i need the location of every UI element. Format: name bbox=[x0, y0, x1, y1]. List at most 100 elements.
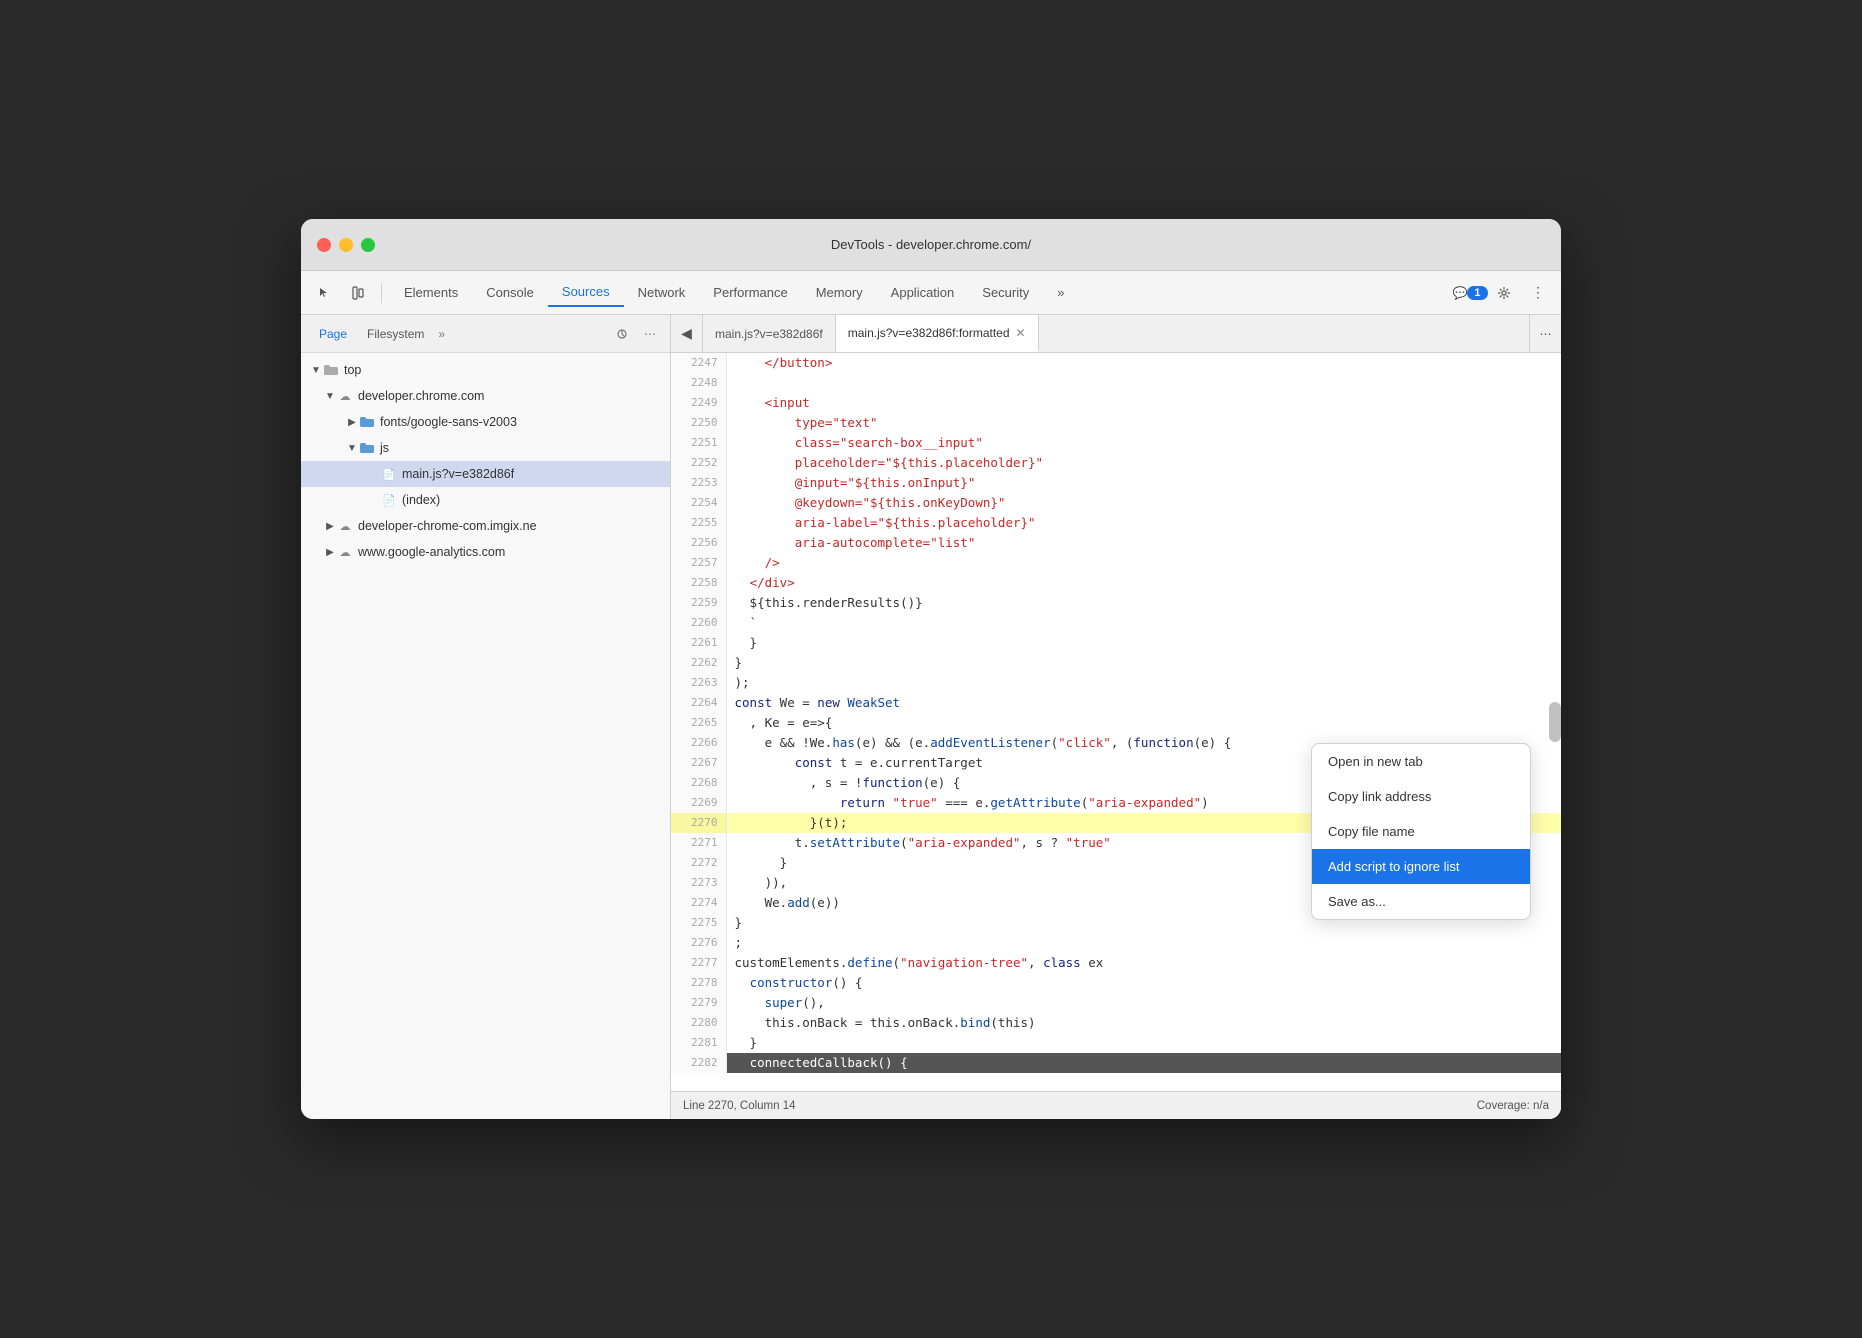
toolbar-divider-1 bbox=[381, 283, 382, 303]
tree-label-main-js: main.js?v=e382d86f bbox=[402, 467, 514, 481]
editor-tab-label-formatted: main.js?v=e382d86f:formatted bbox=[848, 326, 1010, 340]
folder-icon-fonts bbox=[359, 414, 375, 430]
tree-label-top: top bbox=[344, 363, 361, 377]
tree-item-js[interactable]: ▼ js bbox=[301, 435, 670, 461]
tab-security[interactable]: Security bbox=[968, 279, 1043, 306]
context-menu: Open in new tab Copy link address Copy f… bbox=[1311, 743, 1531, 920]
code-line-2280: 2280 this.onBack = this.onBack.bind(this… bbox=[671, 1013, 1561, 1033]
context-menu-label-copy-link: Copy link address bbox=[1328, 789, 1431, 804]
sidebar: Page Filesystem » ⋯ bbox=[301, 315, 671, 1119]
editor-back-button[interactable]: ◀ bbox=[671, 315, 703, 352]
tab-console[interactable]: Console bbox=[472, 279, 548, 306]
tree-arrow-js: ▼ bbox=[345, 443, 359, 454]
tab-memory[interactable]: Memory bbox=[802, 279, 877, 306]
tree-label-chrome: developer.chrome.com bbox=[358, 389, 484, 403]
code-editor[interactable]: 2247 </button> 2248 2249 <input bbox=[671, 353, 1561, 1091]
mobile-toggle-button[interactable] bbox=[343, 278, 373, 308]
more-options-button[interactable]: ⋮ bbox=[1523, 278, 1553, 308]
code-line-2265: 2265 , Ke = e=>{ bbox=[671, 713, 1561, 733]
tree-item-imgix[interactable]: ▶ ☁ developer-chrome-com.imgix.ne bbox=[301, 513, 670, 539]
code-line-2277: 2277 customElements.define("navigation-t… bbox=[671, 953, 1561, 973]
context-menu-copy-link[interactable]: Copy link address bbox=[1312, 779, 1530, 814]
code-line-2260: 2260 ` bbox=[671, 613, 1561, 633]
new-folder-button[interactable]: ⋯ bbox=[638, 322, 662, 346]
code-line-2256: 2256 aria-autocomplete="list" bbox=[671, 533, 1561, 553]
tree-arrow-imgix: ▶ bbox=[323, 521, 337, 532]
tab-sources[interactable]: Sources bbox=[548, 278, 624, 307]
tree-label-index: (index) bbox=[402, 493, 440, 507]
code-line-2281: 2281 } bbox=[671, 1033, 1561, 1053]
editor-tab-close[interactable]: ✕ bbox=[1016, 326, 1026, 340]
tree-item-analytics[interactable]: ▶ ☁ www.google-analytics.com bbox=[301, 539, 670, 565]
file-icon-index: 📄 bbox=[381, 492, 397, 508]
editor-tab-main-js-raw[interactable]: main.js?v=e382d86f bbox=[703, 315, 836, 352]
tab-navigation: Elements Console Sources Network Perform… bbox=[390, 278, 1451, 307]
code-line-2263: 2263 ); bbox=[671, 673, 1561, 693]
tree-label-js: js bbox=[380, 441, 389, 455]
feedback-badge: 1 bbox=[1467, 286, 1487, 300]
main-content: Page Filesystem » ⋯ bbox=[301, 315, 1561, 1119]
file-icon-main-js: 📄 bbox=[381, 466, 397, 482]
scrollbar-thumb[interactable] bbox=[1549, 702, 1561, 742]
context-menu-label-ignore: Add script to ignore list bbox=[1328, 859, 1460, 874]
tree-label-analytics: www.google-analytics.com bbox=[358, 545, 505, 559]
close-button[interactable] bbox=[317, 238, 331, 252]
tab-application[interactable]: Application bbox=[877, 279, 969, 306]
cloud-icon-chrome: ☁ bbox=[337, 388, 353, 404]
toolbar-right: 💬 1 ⋮ bbox=[1455, 278, 1553, 308]
editor-tab-bar: ◀ main.js?v=e382d86f main.js?v=e382d86f:… bbox=[671, 315, 1561, 353]
tab-network[interactable]: Network bbox=[624, 279, 700, 306]
minimize-button[interactable] bbox=[339, 238, 353, 252]
tree-item-chrome[interactable]: ▼ ☁ developer.chrome.com bbox=[301, 383, 670, 409]
sidebar-tab-page[interactable]: Page bbox=[309, 323, 357, 345]
tab-performance[interactable]: Performance bbox=[699, 279, 801, 306]
cloud-icon-imgix: ☁ bbox=[337, 518, 353, 534]
sidebar-tabs-more[interactable]: » bbox=[438, 327, 445, 341]
code-line-2249: 2249 <input bbox=[671, 393, 1561, 413]
tree-item-index[interactable]: ▶ 📄 (index) bbox=[301, 487, 670, 513]
code-line-2279: 2279 super(), bbox=[671, 993, 1561, 1013]
title-bar: DevTools - developer.chrome.com/ bbox=[301, 219, 1561, 271]
tree-arrow-analytics: ▶ bbox=[323, 547, 337, 558]
file-tree: ▼ top ▼ ☁ developer.chrome.com ▶ bbox=[301, 353, 670, 1119]
editor-format-toggle[interactable]: ⋯ bbox=[1529, 315, 1561, 352]
tree-arrow-fonts: ▶ bbox=[345, 417, 359, 428]
tree-item-main-js[interactable]: ▶ 📄 main.js?v=e382d86f bbox=[301, 461, 670, 487]
folder-icon-top bbox=[323, 362, 339, 378]
code-line-2255: 2255 aria-label="${this.placeholder}" bbox=[671, 513, 1561, 533]
feedback-button[interactable]: 💬 1 bbox=[1455, 278, 1485, 308]
settings-button[interactable] bbox=[1489, 278, 1519, 308]
context-menu-copy-filename[interactable]: Copy file name bbox=[1312, 814, 1530, 849]
editor-area: ◀ main.js?v=e382d86f main.js?v=e382d86f:… bbox=[671, 315, 1561, 1119]
sync-button[interactable] bbox=[610, 322, 634, 346]
status-coverage: Coverage: n/a bbox=[1477, 1100, 1549, 1112]
folder-icon-js bbox=[359, 440, 375, 456]
context-menu-save-as[interactable]: Save as... bbox=[1312, 884, 1530, 919]
window-title: DevTools - developer.chrome.com/ bbox=[831, 237, 1031, 252]
context-menu-label-save: Save as... bbox=[1328, 894, 1386, 909]
code-line-2259: 2259 ${this.renderResults()} bbox=[671, 593, 1561, 613]
context-menu-ignore-list[interactable]: Add script to ignore list bbox=[1312, 849, 1530, 884]
tree-item-fonts[interactable]: ▶ fonts/google-sans-v2003 bbox=[301, 409, 670, 435]
maximize-button[interactable] bbox=[361, 238, 375, 252]
cursor-tool-button[interactable] bbox=[309, 278, 339, 308]
context-menu-open-new-tab[interactable]: Open in new tab bbox=[1312, 744, 1530, 779]
code-line-2262: 2262 } bbox=[671, 653, 1561, 673]
code-line-2257: 2257 /> bbox=[671, 553, 1561, 573]
code-line-2264: 2264 const We = new WeakSet bbox=[671, 693, 1561, 713]
devtools-window: DevTools - developer.chrome.com/ Element… bbox=[301, 219, 1561, 1119]
code-line-2282: 2282 connectedCallback() { bbox=[671, 1053, 1561, 1073]
cloud-icon-analytics: ☁ bbox=[337, 544, 353, 560]
traffic-lights bbox=[317, 238, 375, 252]
sidebar-tab-bar: Page Filesystem » ⋯ bbox=[301, 315, 670, 353]
tree-label-imgix: developer-chrome-com.imgix.ne bbox=[358, 519, 537, 533]
tab-elements[interactable]: Elements bbox=[390, 279, 472, 306]
code-line-2276: 2276 ; bbox=[671, 933, 1561, 953]
editor-tab-main-js-formatted[interactable]: main.js?v=e382d86f:formatted ✕ bbox=[836, 315, 1039, 352]
sidebar-tab-filesystem[interactable]: Filesystem bbox=[357, 323, 434, 345]
tree-item-top[interactable]: ▼ top bbox=[301, 357, 670, 383]
code-line-2248: 2248 bbox=[671, 373, 1561, 393]
tree-arrow-top: ▼ bbox=[309, 365, 323, 376]
tab-more[interactable]: » bbox=[1043, 279, 1078, 306]
tree-label-fonts: fonts/google-sans-v2003 bbox=[380, 415, 517, 429]
